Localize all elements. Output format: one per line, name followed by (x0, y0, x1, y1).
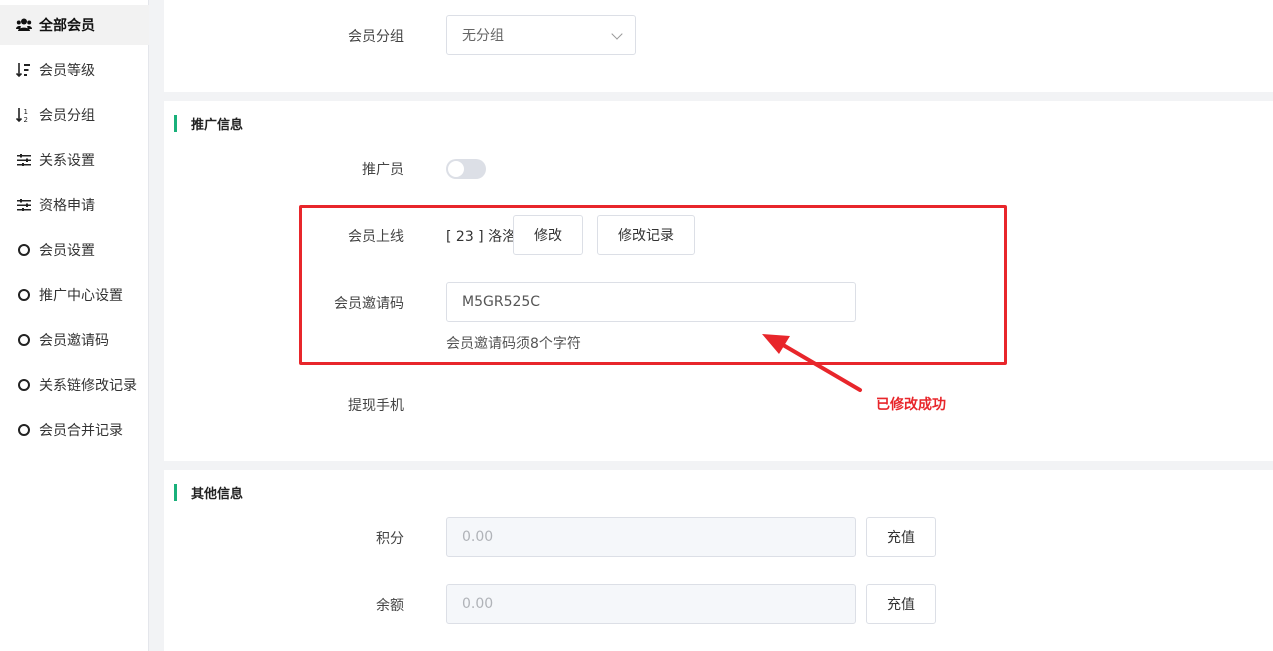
balance-input (446, 584, 856, 624)
group-label: 会员分组 (348, 29, 404, 45)
sidebar-item-relation-chain-log[interactable]: 关系链修改记录 (0, 365, 149, 405)
points-label: 积分 (376, 531, 404, 547)
circle-icon (16, 287, 32, 303)
modify-log-button[interactable]: 修改记录 (597, 215, 695, 255)
group-select-value: 无分组 (462, 28, 504, 44)
invite-code-hint: 会员邀请码须8个字符 (446, 336, 581, 352)
other-title-text: 其他信息 (191, 486, 244, 502)
promo-title-text: 推广信息 (191, 117, 244, 133)
group-select[interactable]: 无分组 (446, 15, 636, 55)
sidebar-item-label: 关系链修改记录 (39, 378, 137, 394)
users-icon (16, 17, 32, 33)
sidebar-item-label: 资格申请 (39, 198, 95, 214)
sidebar-item-label: 会员等级 (39, 63, 95, 79)
sidebar: 全部会员 会员等级 12 会员分组 关系设置 资格申请 会员设置 推广中心设置 … (0, 0, 149, 651)
sidebar-item-label: 推广中心设置 (39, 288, 123, 304)
svg-text:2: 2 (24, 116, 28, 123)
withdraw-phone-label: 提现手机 (348, 398, 404, 414)
circle-icon (16, 332, 32, 348)
sidebar-item-merge-log[interactable]: 会员合并记录 (0, 410, 149, 450)
sort-level-icon (16, 62, 32, 78)
section-accent-bar (174, 483, 177, 501)
sidebar-item-invite-code[interactable]: 会员邀请码 (0, 320, 149, 360)
points-recharge-button[interactable]: 充值 (866, 517, 936, 557)
sidebar-item-member-group[interactable]: 12 会员分组 (0, 95, 149, 135)
chevron-down-icon (611, 28, 623, 40)
sidebar-item-member-settings[interactable]: 会员设置 (0, 230, 149, 270)
promo-info-card: 推广信息 推广员 会员上线 [ 23 ] 洛洛 修改 修改记录 会员邀请码 会员… (164, 101, 1273, 461)
circle-icon (16, 377, 32, 393)
toggle-knob (448, 161, 464, 177)
sidebar-item-qualification-apply[interactable]: 资格申请 (0, 185, 149, 225)
sliders-icon (16, 197, 32, 213)
sidebar-item-label: 关系设置 (39, 153, 95, 169)
circle-icon (16, 242, 32, 258)
invite-code-input[interactable] (446, 282, 856, 322)
sidebar-item-member-level[interactable]: 会员等级 (0, 50, 149, 90)
sidebar-item-promo-center-settings[interactable]: 推广中心设置 (0, 275, 149, 315)
upline-label: 会员上线 (348, 229, 404, 245)
main-content: 会员分组 无分组 推广信息 推广员 会员上线 [ 23 ] 洛洛 修改 修改记录… (149, 0, 1273, 651)
svg-text:1: 1 (24, 108, 28, 116)
other-section-title: 其他信息 (174, 483, 244, 502)
invite-code-label: 会员邀请码 (334, 296, 404, 312)
sidebar-item-label: 会员分组 (39, 108, 95, 124)
promo-section-title: 推广信息 (174, 114, 244, 133)
basic-info-card: 会员分组 无分组 (164, 0, 1273, 92)
circle-icon (16, 422, 32, 438)
modify-upline-button[interactable]: 修改 (513, 215, 583, 255)
sidebar-item-label: 会员合并记录 (39, 423, 123, 439)
sidebar-item-relation-settings[interactable]: 关系设置 (0, 140, 149, 180)
sidebar-item-all-members[interactable]: 全部会员 (0, 5, 149, 45)
annotation-success-text: 已修改成功 (876, 397, 946, 413)
sidebar-item-label: 全部会员 (39, 18, 95, 34)
other-info-card: 其他信息 积分 充值 余额 充值 (164, 470, 1273, 651)
sidebar-item-label: 会员邀请码 (39, 333, 109, 349)
section-accent-bar (174, 114, 177, 132)
upline-value: [ 23 ] 洛洛 (446, 229, 517, 245)
sliders-icon (16, 152, 32, 168)
points-input (446, 517, 856, 557)
promoter-label: 推广员 (362, 162, 404, 178)
balance-label: 余额 (376, 598, 404, 614)
promoter-toggle[interactable] (446, 159, 486, 179)
sort-group-icon: 12 (16, 107, 32, 123)
balance-recharge-button[interactable]: 充值 (866, 584, 936, 624)
sidebar-item-label: 会员设置 (39, 243, 95, 259)
